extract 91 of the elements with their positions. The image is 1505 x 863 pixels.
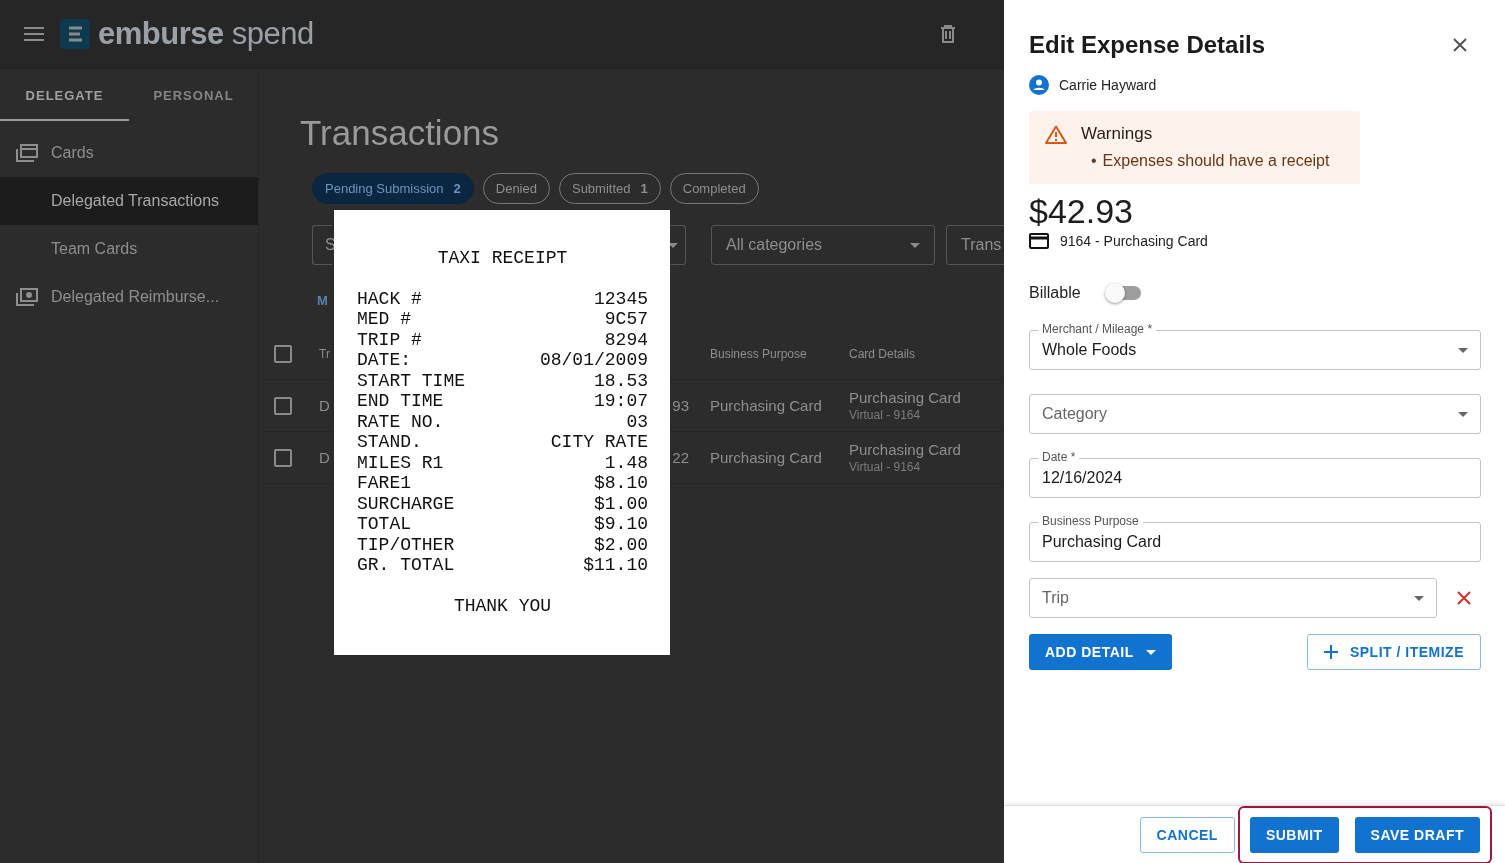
select-field[interactable]: All categories — [711, 225, 935, 265]
warning-title: Warnings — [1081, 124, 1154, 144]
receipt-footer: THANK YOU — [453, 595, 552, 616]
sidebar-tab[interactable]: PERSONAL — [129, 71, 258, 121]
cards-icon — [16, 144, 38, 162]
receipt-label: GR. TOTAL — [357, 555, 455, 576]
button[interactable]: SUBMIT — [1249, 816, 1339, 853]
field-label: Merchant / Mileage * — [1038, 322, 1157, 336]
receipt-value: CITY RATE — [550, 432, 648, 453]
receipt-label: TRIP # — [357, 329, 422, 350]
table-cell: D — [319, 397, 330, 414]
field-label: Date * — [1038, 450, 1080, 464]
filter-chip[interactable]: Pending Submission 2 — [312, 173, 474, 204]
column-header: Card Details — [849, 346, 916, 361]
receipt-value: 8294 — [604, 329, 648, 350]
caret-icon — [1458, 411, 1468, 417]
receipt-value: 03 — [626, 411, 648, 432]
receipt-value: $8.10 — [594, 473, 648, 494]
caret-icon — [1458, 347, 1468, 353]
receipt-label: SURCHARGE — [357, 493, 455, 514]
table-cell: Purchasing Card — [710, 397, 822, 414]
receipt-label: MILES R1 — [357, 452, 444, 473]
warning-item: Expenses should have a receipt — [1102, 152, 1330, 170]
receipt-value: $11.10 — [583, 555, 648, 576]
table-cell-text: Virtual - 9164 — [849, 408, 922, 422]
card-label: 9164 - Purchasing Card — [1060, 233, 1208, 249]
button[interactable]: CANCEL — [1139, 816, 1235, 853]
table-cell: Purchasing Card — [849, 389, 961, 406]
table-cell: Purchasing Card — [849, 441, 961, 458]
receipt-value: $1.00 — [594, 493, 648, 514]
sidebar-tab[interactable]: DELEGATE — [0, 71, 129, 121]
billable-label: Billable — [1029, 284, 1081, 302]
receipt-value: 18.53 — [594, 370, 648, 391]
add-detail-button[interactable]: ADD DETAIL — [1029, 634, 1172, 670]
receipt-label: DATE: — [357, 350, 411, 371]
user-icon — [1029, 75, 1049, 95]
sidebar-item[interactable]: Delegated Transactions — [0, 177, 258, 225]
sidebar-item[interactable]: Delegated Reimburse... — [0, 273, 258, 321]
menu-icon[interactable] — [24, 27, 44, 41]
caret-icon — [1414, 595, 1424, 601]
table-cell: 93 — [672, 397, 689, 414]
credit-card-icon — [1029, 233, 1049, 249]
receipt-label: STAND. — [357, 432, 422, 453]
split-itemize-button[interactable]: SPLIT / ITEMIZE — [1306, 634, 1481, 670]
field-label: Business Purpose — [1038, 514, 1143, 528]
table-cell-text: Virtual - 9164 — [849, 460, 922, 474]
checkbox[interactable] — [274, 396, 292, 415]
sidebar-item[interactable]: Team Cards — [0, 225, 258, 273]
plus-icon — [1323, 645, 1338, 659]
column-header: Business Purpose — [710, 346, 807, 361]
close-icon[interactable] — [1453, 38, 1467, 52]
receipt-label: MED # — [357, 309, 411, 330]
checkbox[interactable] — [274, 448, 292, 467]
checkbox[interactable] — [274, 344, 292, 363]
receipt-value: $2.00 — [594, 534, 648, 555]
receipt-label: FARE1 — [357, 473, 411, 494]
receipt-value: 19:07 — [594, 391, 648, 412]
warning-icon — [1045, 124, 1067, 144]
banknote-icon — [16, 288, 38, 306]
user-name: Carrie Hayward — [1059, 77, 1157, 93]
receipt-value: 1.48 — [604, 452, 648, 473]
bullet: • — [1091, 152, 1097, 170]
logo-text: emburse spend — [98, 16, 314, 52]
column-header: Tr — [319, 346, 330, 361]
receipt-value: $9.10 — [594, 514, 648, 535]
caret-icon — [910, 242, 920, 248]
remove-icon[interactable] — [1457, 591, 1471, 605]
trash-icon[interactable] — [940, 25, 956, 43]
receipt-label: TOTAL — [357, 514, 411, 535]
receipt-label: RATE NO. — [357, 411, 444, 432]
caret-icon — [1145, 649, 1156, 655]
page-title: Transactions — [300, 113, 501, 153]
logo-icon — [60, 19, 90, 49]
billable-toggle[interactable] — [1104, 283, 1143, 303]
receipt-title: TAXI RECEIPT — [437, 248, 568, 268]
receipt-value: 12345 — [594, 288, 648, 309]
caret-icon — [668, 242, 678, 248]
receipt-label: START TIME — [357, 370, 466, 391]
button[interactable]: SAVE DRAFT — [1354, 816, 1480, 853]
table-cell: D — [319, 449, 330, 466]
link[interactable]: M — [317, 293, 328, 308]
receipt-value: 08/01/2009 — [539, 350, 648, 371]
receipt-label: TIP/OTHER — [357, 534, 455, 555]
sidebar-item[interactable]: Cards — [0, 129, 258, 177]
table-cell: Purchasing Card — [710, 449, 822, 466]
receipt-value: 9C57 — [604, 309, 648, 330]
receipt-label: END TIME — [357, 391, 444, 412]
expense-amount: $42.93 — [1029, 192, 1134, 231]
table-cell: 22 — [672, 449, 689, 466]
drawer-title: Edit Expense Details — [1029, 31, 1266, 59]
receipt-label: HACK # — [357, 288, 422, 309]
